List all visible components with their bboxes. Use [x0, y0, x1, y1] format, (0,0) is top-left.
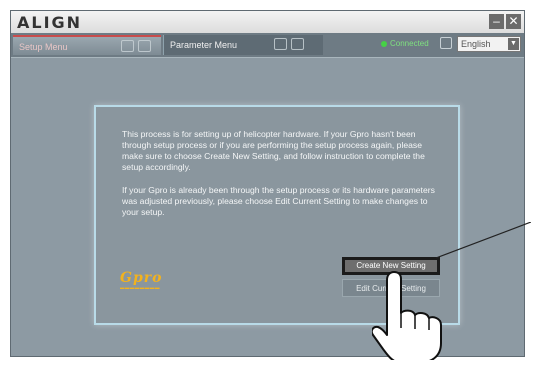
open-folder-icon[interactable]: [274, 38, 287, 50]
connected-label: Connected: [390, 39, 429, 48]
chevron-down-icon: ▼: [508, 38, 519, 50]
language-select[interactable]: English ▼: [457, 36, 521, 52]
title-bar: ALIGN – ✕: [11, 11, 524, 34]
tab-setup-menu-label: Setup Menu: [19, 42, 68, 52]
globe-icon[interactable]: [440, 37, 452, 49]
language-value: English: [461, 39, 491, 49]
gpro-logo-text: Gpro: [120, 270, 163, 286]
save-icon[interactable]: [138, 40, 151, 52]
close-button[interactable]: ✕: [506, 14, 521, 29]
tab-bar: Setup Menu Parameter Menu Connected Engl…: [11, 33, 524, 58]
gpro-logo-tagline: ▬▬▬▬▬▬▬▬: [120, 285, 160, 290]
setup-instructions-paragraph-2: If your Gpro is already been through the…: [122, 185, 435, 217]
open-folder-icon[interactable]: [121, 40, 134, 52]
tab-setup-menu[interactable]: Setup Menu: [13, 35, 161, 55]
align-logo: ALIGN: [17, 13, 83, 32]
hand-pointer-icon: [372, 271, 442, 360]
minimize-button[interactable]: –: [489, 14, 504, 29]
tab-parameter-menu[interactable]: Parameter Menu: [163, 35, 323, 55]
gpro-logo: Gpro ▬▬▬▬▬▬▬▬: [120, 270, 162, 290]
connection-status: Connected: [381, 39, 429, 48]
status-dot-icon: [381, 40, 387, 47]
tab-parameter-menu-label: Parameter Menu: [170, 40, 238, 50]
setup-instructions-paragraph-1: This process is for setting up of helico…: [122, 129, 425, 172]
save-icon[interactable]: [291, 38, 304, 50]
